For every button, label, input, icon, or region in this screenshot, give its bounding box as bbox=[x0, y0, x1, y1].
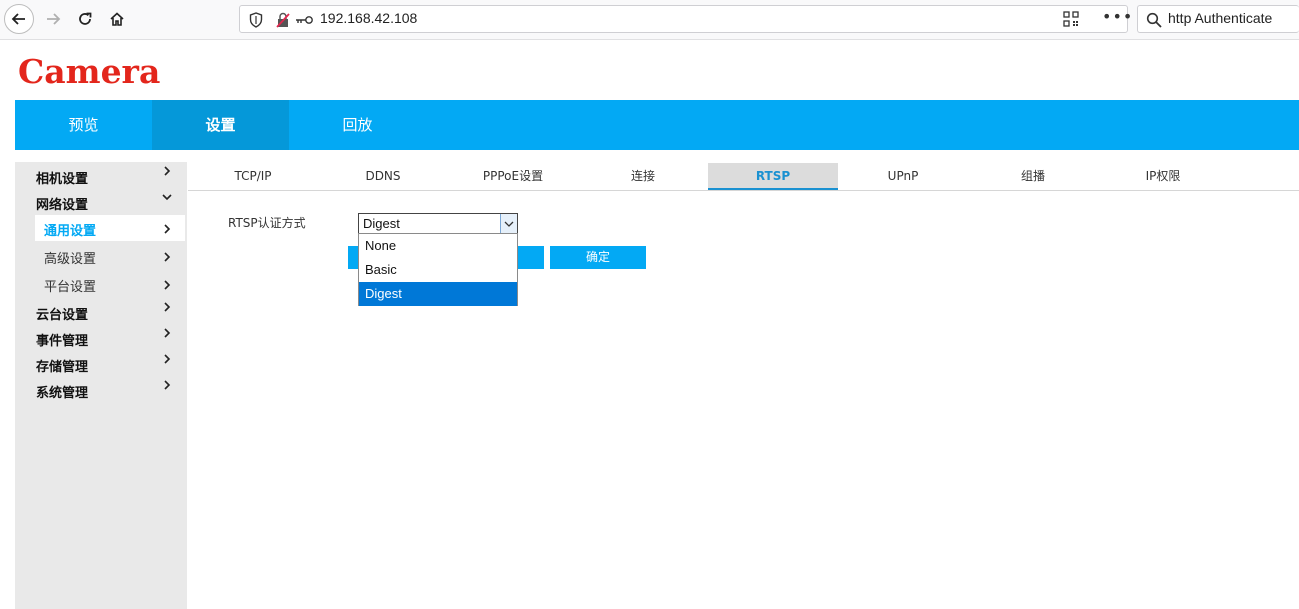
sidebar-item-camera-settings[interactable]: 相机设置 bbox=[15, 163, 187, 189]
sidebar-subitem-label: 平台设置 bbox=[44, 280, 97, 295]
option-label: None bbox=[365, 238, 397, 253]
forward-button[interactable] bbox=[38, 4, 68, 34]
tab-ip-permission[interactable]: IP权限 bbox=[1098, 163, 1228, 189]
sidebar-item-label: 事件管理 bbox=[36, 334, 89, 349]
tab-tcpip[interactable]: TCP/IP bbox=[188, 163, 318, 189]
sidebar-item-ptz-settings[interactable]: 云台设置 bbox=[15, 299, 187, 325]
main-nav: 预览 设置 回放 bbox=[15, 100, 1299, 150]
back-arrow-icon bbox=[4, 4, 34, 34]
option-basic[interactable]: Basic bbox=[359, 258, 517, 282]
rtsp-auth-selected-value: Digest bbox=[363, 216, 400, 231]
sidebar-item-label: 存储管理 bbox=[36, 360, 89, 375]
reload-button[interactable] bbox=[70, 4, 100, 34]
sidebar-subitem-label: 高级设置 bbox=[44, 252, 97, 267]
insecure-lock-icon bbox=[276, 12, 290, 28]
chevron-down-icon bbox=[504, 221, 514, 227]
sidebar-subitem-platform-settings[interactable]: 平台设置 bbox=[35, 271, 185, 297]
chevron-right-icon bbox=[164, 328, 171, 338]
rtsp-auth-select[interactable]: Digest bbox=[358, 213, 518, 234]
reload-icon bbox=[79, 12, 92, 25]
chevron-right-icon bbox=[164, 224, 171, 234]
sidebar-subitem-general-settings[interactable]: 通用设置 bbox=[35, 215, 185, 241]
address-bar[interactable]: 192.168.42.108 ••• bbox=[239, 5, 1132, 33]
sidebar-subitem-advanced-settings[interactable]: 高级设置 bbox=[35, 243, 185, 269]
chevron-right-icon bbox=[164, 380, 171, 390]
back-button[interactable] bbox=[4, 4, 34, 34]
confirm-button[interactable]: 确定 bbox=[550, 246, 646, 269]
option-digest[interactable]: Digest bbox=[359, 282, 517, 306]
home-icon bbox=[110, 12, 124, 26]
tab-upnp[interactable]: UPnP bbox=[838, 163, 968, 189]
nav-playback[interactable]: 回放 bbox=[289, 100, 426, 150]
sidebar-item-system-management[interactable]: 系统管理 bbox=[15, 377, 187, 403]
more-options-icon[interactable]: ••• bbox=[1102, 7, 1133, 26]
search-input-text: http Authenticate bbox=[1168, 10, 1273, 26]
tab-ddns[interactable]: DDNS bbox=[318, 163, 448, 189]
sidebar-item-label: 系统管理 bbox=[36, 386, 89, 401]
tab-rtsp[interactable]: RTSP bbox=[708, 163, 838, 190]
dropdown-arrow[interactable] bbox=[500, 214, 517, 233]
forward-arrow-icon bbox=[47, 13, 61, 25]
camera-logo: Camera bbox=[18, 52, 161, 91]
key-icon bbox=[296, 16, 313, 24]
home-button[interactable] bbox=[102, 4, 132, 34]
sidebar-item-storage-management[interactable]: 存储管理 bbox=[15, 351, 187, 377]
sidebar-item-label: 云台设置 bbox=[36, 308, 89, 323]
chevron-right-icon bbox=[164, 252, 171, 262]
url-text: 192.168.42.108 bbox=[320, 10, 418, 26]
nav-preview[interactable]: 预览 bbox=[15, 100, 152, 150]
rtsp-auth-label: RTSP认证方式 bbox=[228, 216, 306, 230]
tab-pppoe[interactable]: PPPoE设置 bbox=[448, 163, 578, 189]
tab-multicast[interactable]: 组播 bbox=[968, 163, 1098, 189]
sidebar-item-network-settings[interactable]: 网络设置 bbox=[15, 189, 187, 215]
qr-code-icon[interactable] bbox=[1063, 11, 1079, 27]
search-icon bbox=[1146, 12, 1162, 28]
sidebar-item-label: 相机设置 bbox=[36, 172, 89, 187]
rtsp-auth-dropdown-list: None Basic Digest bbox=[358, 233, 518, 306]
chevron-right-icon bbox=[164, 354, 171, 364]
sidebar-item-label: 网络设置 bbox=[36, 198, 89, 213]
browser-toolbar: 192.168.42.108 ••• http Authenticate bbox=[0, 0, 1299, 40]
option-label: Basic bbox=[365, 262, 397, 277]
chevron-right-icon bbox=[164, 166, 171, 176]
search-bar[interactable]: http Authenticate bbox=[1137, 5, 1299, 33]
sidebar-subitem-label: 通用设置 bbox=[44, 224, 97, 239]
chevron-right-icon bbox=[164, 302, 171, 312]
option-label: Digest bbox=[365, 286, 402, 301]
sidebar-item-event-management[interactable]: 事件管理 bbox=[15, 325, 187, 351]
nav-settings[interactable]: 设置 bbox=[152, 100, 289, 150]
option-none[interactable]: None bbox=[359, 234, 517, 258]
chevron-right-icon bbox=[164, 280, 171, 290]
tab-connection[interactable]: 连接 bbox=[578, 163, 708, 189]
shield-icon bbox=[249, 12, 263, 28]
chevron-down-icon bbox=[162, 194, 172, 201]
settings-tabs: TCP/IP DDNS PPPoE设置 连接 RTSP UPnP 组播 IP权限 bbox=[188, 162, 1299, 191]
sidebar: 相机设置 网络设置 通用设置 高级设置 平台设置 云台设置 事件管理 存储管理 … bbox=[15, 162, 187, 609]
